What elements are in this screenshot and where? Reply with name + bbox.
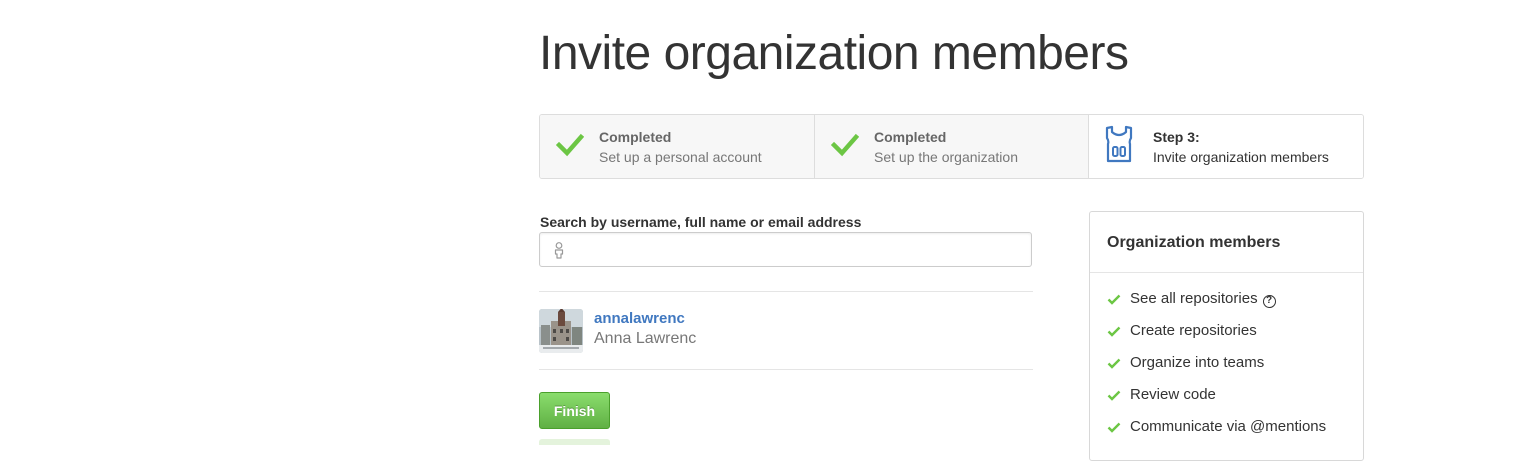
divider [539,369,1033,370]
permission-item: Create repositories [1107,322,1347,354]
help-icon[interactable]: ? [1262,295,1276,308]
permission-label: Create repositories [1130,322,1257,339]
permission-item: Communicate via @mentions [1107,418,1347,450]
organization-members-panel: Organization members See all repositorie… [1089,211,1364,461]
check-icon [831,133,859,157]
divider [539,291,1033,292]
member-login-link[interactable]: annalawrenc [594,310,685,327]
check-icon [1107,358,1121,369]
permission-list: See all repositories? Create repositorie… [1107,290,1347,450]
signup-steps: Completed Set up a personal account Comp… [539,114,1364,179]
step-1: Completed Set up a personal account [540,115,815,178]
page-title: Invite organization members [539,27,1129,80]
permission-item: Review code [1107,386,1347,418]
permission-label: Communicate via @mentions [1130,418,1327,435]
step-description: Set up the organization [874,149,1018,165]
permission-label: See all repositories? [1130,290,1276,308]
permission-label: Review code [1130,386,1216,403]
finish-button[interactable]: Finish [539,392,610,429]
search-field[interactable] [539,232,1032,268]
person-icon [554,242,564,259]
check-icon [1107,294,1121,305]
check-icon [1107,422,1121,433]
step-description: Invite organization members [1153,149,1329,165]
step-2: Completed Set up the organization [815,115,1089,178]
member-full-name: Anna Lawrenc [594,330,697,347]
jersey-icon [1105,125,1133,163]
check-icon [1107,390,1121,401]
step-description: Set up a personal account [599,149,762,165]
search-label: Search by username, full name or email a… [540,214,862,230]
panel-title: Organization members [1107,234,1281,251]
step-3: Step 3: Invite organization members [1089,115,1363,178]
member-row: annalawrenc Anna Lawrenc [539,308,1033,354]
step-status: Completed [874,129,947,145]
step-status: Completed [599,129,672,145]
permission-item: See all repositories? [1107,290,1347,322]
permission-label: Organize into teams [1130,354,1265,371]
permission-item: Organize into teams [1107,354,1347,386]
divider [1090,272,1363,273]
button-edge [539,439,610,445]
check-icon [556,133,584,157]
search-input[interactable] [572,233,1031,268]
step-status: Step 3: [1153,129,1200,145]
check-icon [1107,326,1121,337]
avatar[interactable] [539,309,583,353]
